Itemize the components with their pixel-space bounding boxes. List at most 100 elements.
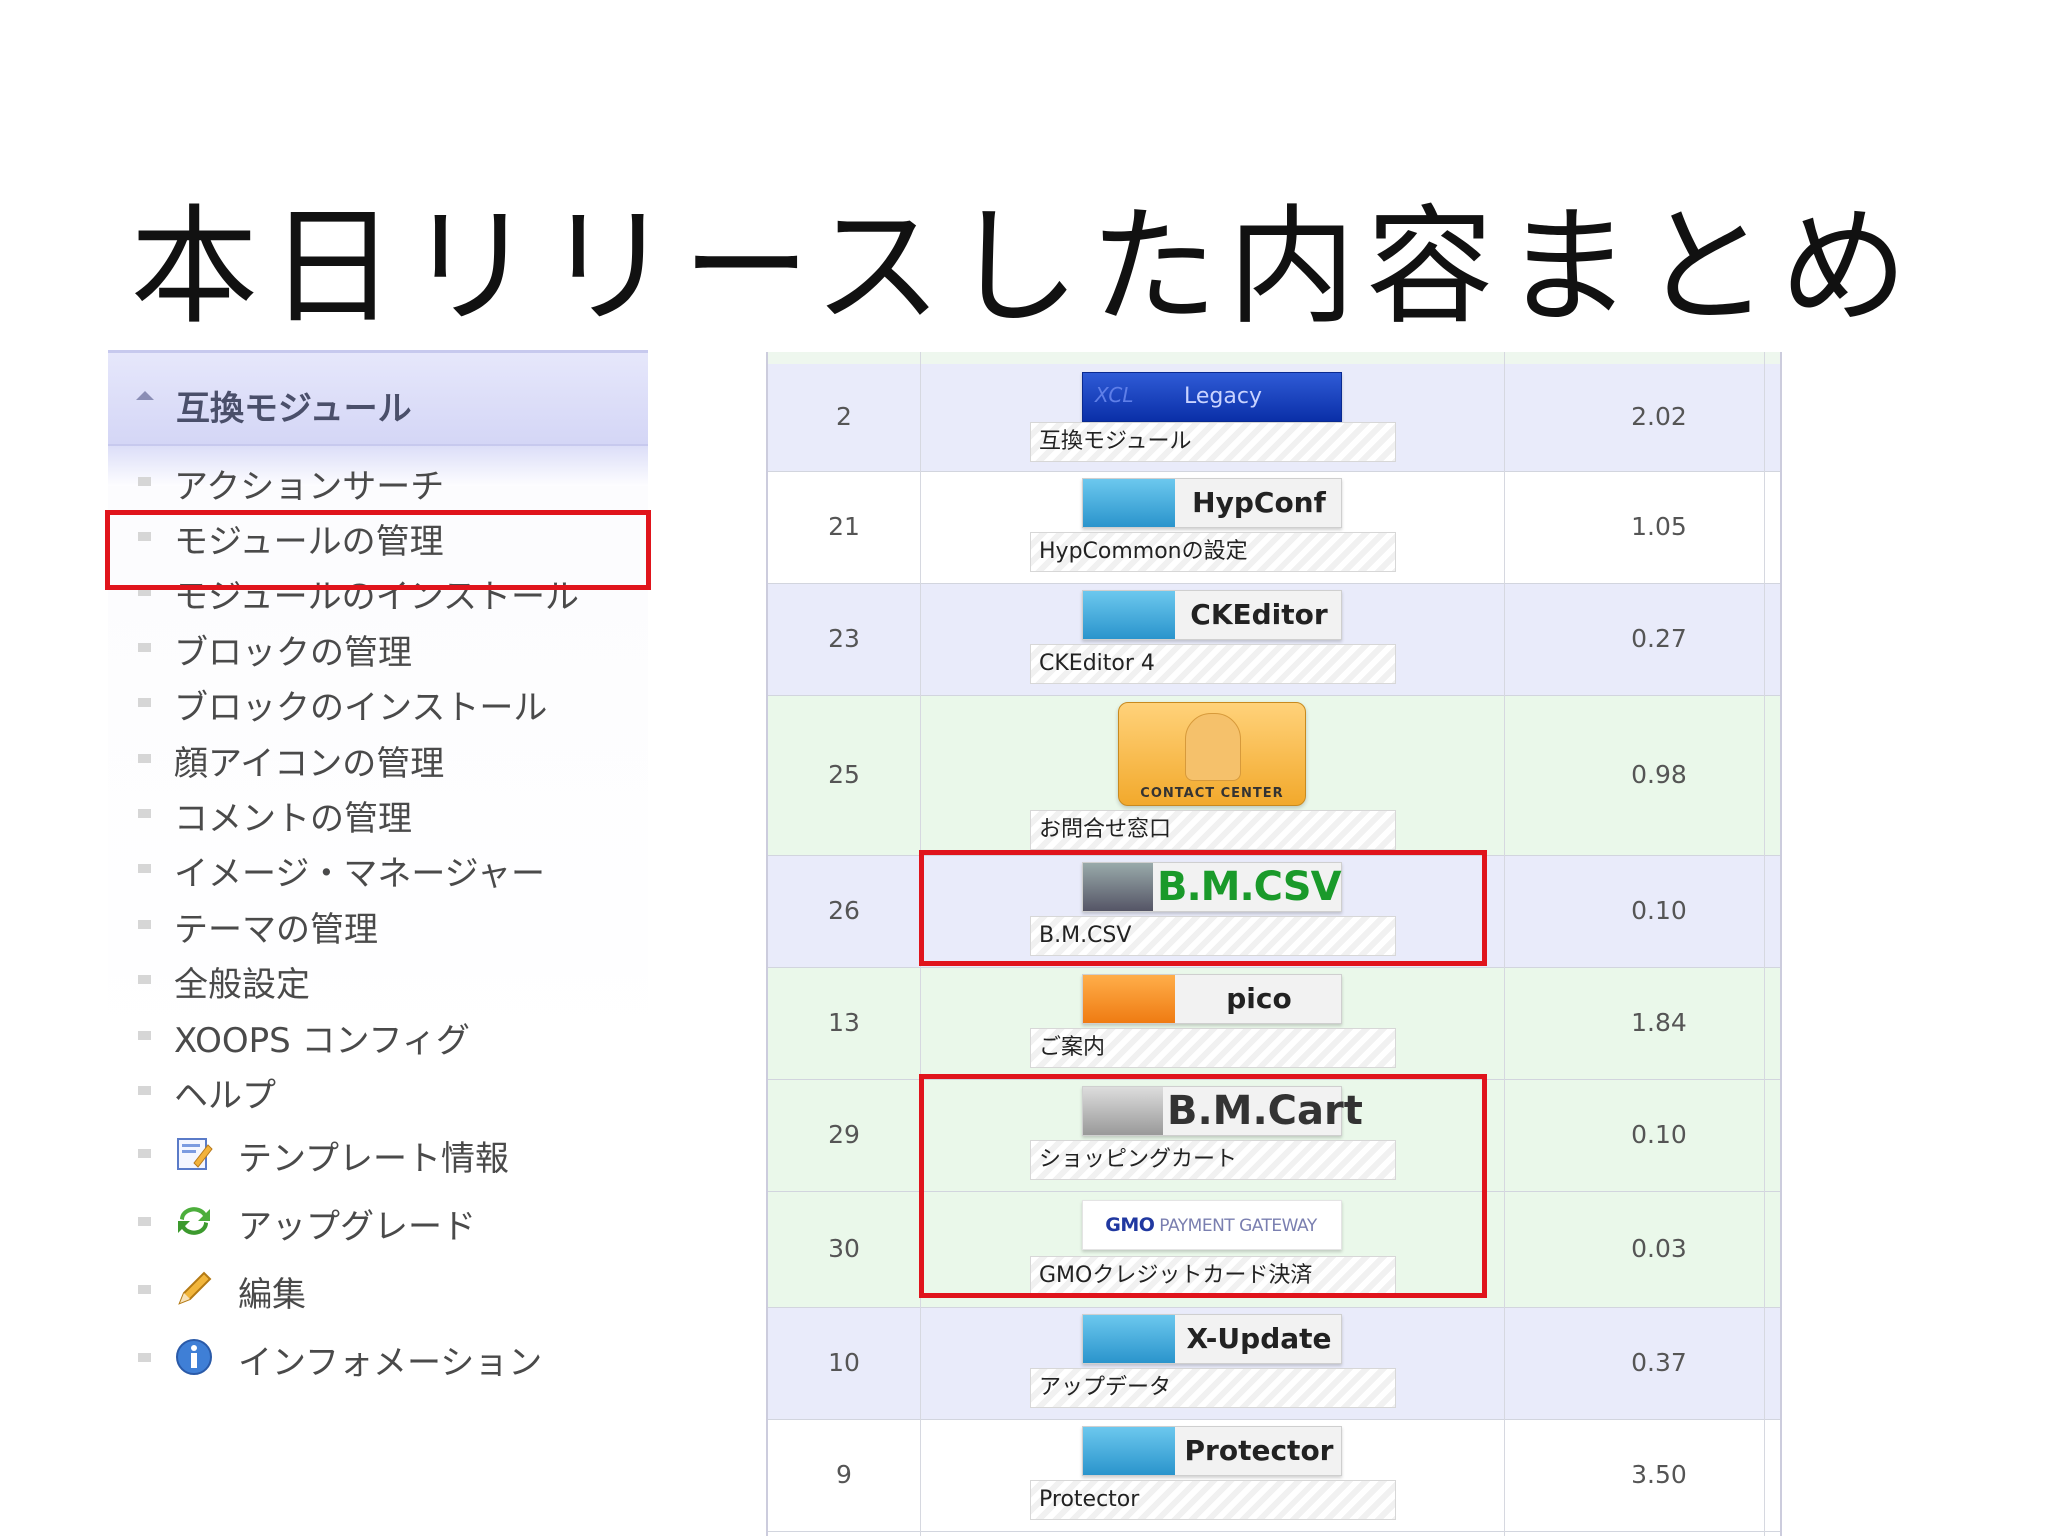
sidebar-item-label: 編集 [238, 1275, 306, 1315]
bullet-icon [138, 1353, 151, 1362]
sidebar-item-smilies[interactable]: 顔アイコンの管理 [108, 732, 648, 784]
module-logo-xupdate[interactable]: X-Update [1082, 1314, 1342, 1364]
logo-text: CKEditor 4 [1190, 598, 1328, 679]
sidebar-header-title: 互換モジュール [176, 389, 412, 429]
sidebar-item-label: アクションサーチ [174, 467, 445, 507]
logo-text: pico [1226, 982, 1292, 1015]
module-id: 21 [828, 512, 860, 541]
sidebar-item-label: 全般設定 [174, 965, 310, 1005]
logo-text: X-Update [1186, 1322, 1332, 1355]
sidebar-item-label: XOOPS コンフィグ [174, 1021, 470, 1061]
module-version: 0.27 [1631, 624, 1687, 653]
sidebar-item-label: イメージ・マネージャー [174, 854, 545, 894]
mascot-figure-icon [1185, 713, 1241, 781]
logo-text: Protector [1184, 1434, 1334, 1467]
bullet-icon [138, 809, 151, 818]
bullet-icon [138, 864, 151, 873]
logo-text: HypConf [1192, 486, 1326, 519]
bullet-icon [138, 1031, 151, 1040]
sidebar-item-label: コメントの管理 [174, 799, 412, 839]
logo-mark: XCL [1095, 383, 1134, 407]
sidebar-item-general-settings[interactable]: 全般設定 [108, 953, 648, 1005]
logo-text: Legacy [1184, 384, 1262, 409]
sidebar-item-block-admin[interactable]: ブロックの管理 [108, 621, 648, 673]
bullet-icon [138, 698, 151, 707]
module-description: 互換モジュール [1030, 422, 1396, 462]
module-id: 13 [828, 1008, 860, 1037]
sidebar-item-action-search[interactable]: アクションサーチ [108, 455, 648, 507]
module-version: 0.10 [1631, 896, 1687, 925]
module-id: 10 [828, 1348, 860, 1377]
module-description: CKEditor 4 [1030, 644, 1396, 684]
sidebar-item-edit[interactable]: 編集 [108, 1263, 648, 1315]
update-icon [1083, 1315, 1175, 1363]
module-logo-pico[interactable]: pico [1082, 974, 1342, 1024]
sidebar-item-help[interactable]: ヘルプ [108, 1064, 648, 1116]
module-version: 3.50 [1631, 1460, 1687, 1489]
sidebar-item-image-manager[interactable]: イメージ・マネージャー [108, 842, 648, 894]
sidebar-item-label: ブロックのインストール [174, 688, 548, 728]
module-description: アップデータ [1030, 1368, 1396, 1408]
sidebar-item-xoops-config[interactable]: XOOPS コンフィグ [108, 1009, 648, 1061]
sidebar-item-label: ブロックの管理 [174, 633, 412, 673]
sidebar-item-comments[interactable]: コメントの管理 [108, 787, 648, 839]
sidebar-item-label: ヘルプ [174, 1076, 276, 1116]
highlight-box-bmcart-gmo [919, 1074, 1487, 1298]
module-version: 0.10 [1631, 1120, 1687, 1149]
column-divider [1504, 352, 1505, 1536]
bullet-icon [138, 754, 151, 763]
document-icon [1083, 591, 1175, 639]
sidebar-item-information[interactable]: インフォメーション [108, 1331, 648, 1383]
module-version: 0.37 [1631, 1348, 1687, 1377]
bullet-icon [138, 975, 151, 984]
module-version: 0.03 [1631, 1234, 1687, 1263]
info-icon [176, 1339, 212, 1375]
module-logo-protector[interactable]: Protector [1082, 1426, 1342, 1476]
sidebar-header[interactable]: 互換モジュール [108, 350, 648, 446]
module-logo-legacy[interactable]: XCL Legacy [1082, 372, 1342, 422]
highlight-box-module-admin [105, 510, 651, 590]
bullet-icon [138, 1217, 151, 1226]
slide-title: 本日リリースした内容まとめ [130, 192, 1918, 342]
sidebar-item-block-install[interactable]: ブロックのインストール [108, 676, 648, 728]
module-description: Protector [1030, 1480, 1396, 1520]
sidebar-item-template-info[interactable]: テンプレート情報 [108, 1127, 648, 1179]
bullet-icon [138, 643, 151, 652]
bullet-icon [138, 1285, 151, 1294]
module-logo-hypconf[interactable]: HypConf [1082, 478, 1342, 528]
module-id: 30 [828, 1234, 860, 1263]
pico-icon [1083, 975, 1175, 1023]
column-divider [1764, 352, 1765, 1536]
sidebar-item-label: テーマの管理 [174, 910, 378, 950]
sidebar-item-themes[interactable]: テーマの管理 [108, 898, 648, 950]
bullet-icon [138, 1086, 151, 1095]
module-version: 1.05 [1631, 512, 1687, 541]
module-description: HypCommonの設定 [1030, 532, 1396, 572]
module-version: 1.84 [1631, 1008, 1687, 1037]
template-icon [177, 1138, 213, 1170]
module-logo-ckeditor[interactable]: CKEditor 4 [1082, 590, 1342, 679]
module-id: 9 [836, 1460, 852, 1489]
sidebar-item-label: テンプレート情報 [238, 1139, 509, 1179]
refresh-icon [178, 1207, 210, 1235]
module-id: 25 [828, 760, 860, 789]
bullet-icon [138, 920, 151, 929]
highlight-box-bmcsv [919, 850, 1487, 966]
module-description: ご案内 [1030, 1028, 1396, 1068]
bullet-icon [138, 1149, 151, 1158]
pencil-icon [178, 1271, 212, 1305]
module-id: 2 [836, 402, 852, 431]
module-description: お問合せ窓口 [1030, 810, 1396, 850]
module-logo-contact-center[interactable]: CONTACT CENTER [1118, 702, 1306, 806]
logo-text: CONTACT CENTER [1140, 786, 1284, 801]
shield-icon [1083, 1427, 1175, 1475]
bullet-icon [138, 477, 151, 486]
module-id: 26 [828, 896, 860, 925]
module-id: 29 [828, 1120, 860, 1149]
sidebar-item-upgrade[interactable]: アップグレード [108, 1195, 648, 1247]
sidebar-item-label: インフォメーション [238, 1343, 543, 1383]
module-id: 23 [828, 624, 860, 653]
module-version: 0.98 [1631, 760, 1687, 789]
sidebar-item-label: アップグレード [238, 1207, 476, 1247]
collapse-caret-icon[interactable] [136, 391, 154, 400]
